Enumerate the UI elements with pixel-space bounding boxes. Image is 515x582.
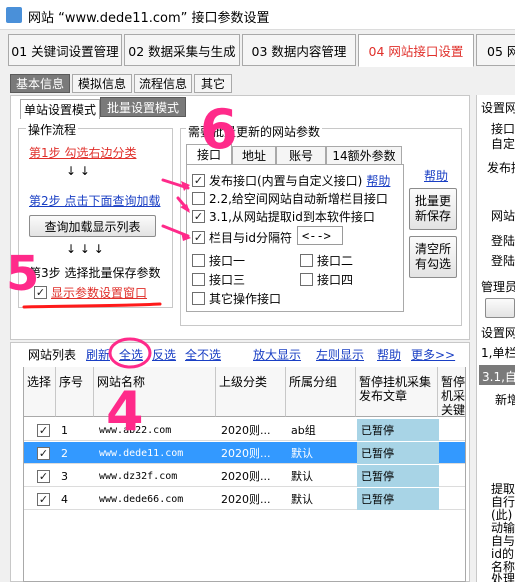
annotation-arrowhead	[181, 232, 191, 241]
annotation-number-4: 4	[106, 380, 144, 443]
annotation-arrowhead	[180, 204, 190, 213]
annotation-underline	[22, 302, 162, 309]
annotation-circle	[108, 337, 152, 369]
annotation-number-5: 5	[6, 246, 39, 302]
annotation-overlay: 6 5 4	[6, 98, 238, 443]
annotation-number-6: 6	[200, 98, 238, 161]
